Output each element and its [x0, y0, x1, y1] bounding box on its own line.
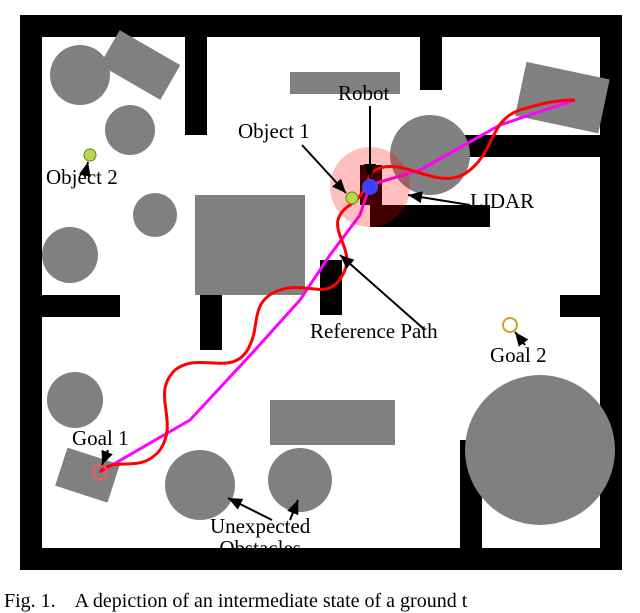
object2-dot	[84, 149, 96, 161]
robot-dot	[362, 179, 378, 195]
figure: Robot Object 1 Object 2 LIDAR Reference …	[0, 0, 640, 613]
figure-caption: Fig. 1. A depiction of an intermediate s…	[0, 590, 640, 613]
map-svg	[0, 0, 640, 580]
caption-body: A depiction of an intermediate state of …	[75, 590, 468, 612]
caption-prefix: Fig. 1.	[4, 590, 56, 612]
object1-dot	[346, 192, 358, 204]
